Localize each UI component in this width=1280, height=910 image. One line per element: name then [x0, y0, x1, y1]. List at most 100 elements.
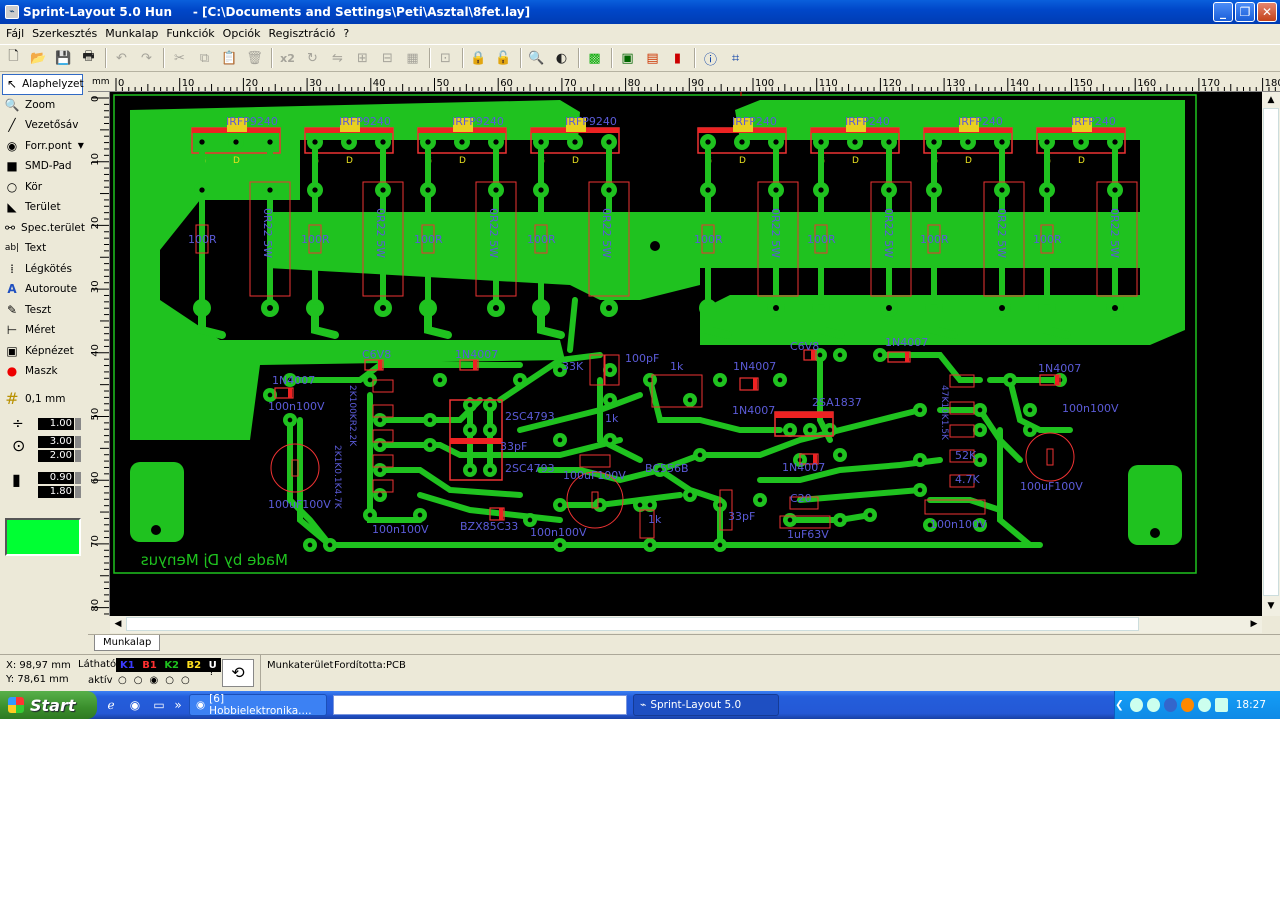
zoom-icon[interactable]: 🔍 [525, 47, 548, 70]
active-layer-color[interactable] [5, 517, 81, 556]
antivirus-icon[interactable] [1180, 698, 1194, 712]
radio-b2[interactable]: ○ [165, 675, 174, 686]
taskbar-item-browser[interactable]: ◉ [6] Hobbielektronika.... [189, 693, 327, 717]
smd-height-field[interactable]: 1.80 [38, 485, 81, 498]
dropdown-arrow-icon[interactable]: ▼ [78, 141, 84, 150]
menu-file[interactable]: Fájl [2, 27, 28, 40]
smd-width-field[interactable]: 0.90 [38, 471, 81, 484]
tool-zoom[interactable]: 🔍 Zoom [0, 95, 85, 116]
tool-select[interactable]: ↖ Alaphelyzet [2, 74, 84, 95]
grid-setting[interactable]: #0,1 mm [0, 388, 85, 410]
menu-options[interactable]: Opciók [219, 27, 265, 40]
chrome-icon[interactable]: ◉ [125, 695, 145, 715]
quicklaunch-more[interactable]: » [173, 695, 183, 715]
smd-height-value[interactable]: 1.80 [38, 485, 74, 498]
align-grid-icon[interactable]: ⊟ [376, 47, 399, 70]
connection-mode-icon[interactable]: ⟲ [222, 659, 254, 687]
spinner-icon[interactable] [75, 485, 81, 498]
delete-icon[interactable]: 🗑 [243, 47, 266, 70]
layer-b1[interactable]: B1 [140, 660, 159, 671]
drc-icon[interactable]: ▣ [616, 47, 639, 70]
spinner-icon[interactable] [75, 417, 81, 430]
unlock-icon[interactable]: 🔓 [492, 47, 515, 70]
scroll-thumb[interactable] [1263, 108, 1279, 596]
battery-icon[interactable] [1214, 698, 1228, 712]
align-icon[interactable]: ⊞ [351, 47, 374, 70]
spinner-icon[interactable] [75, 449, 81, 462]
radio-k1[interactable]: ○ [118, 675, 127, 686]
bluetooth-icon[interactable] [1163, 698, 1177, 712]
print-icon[interactable]: 🖶 [77, 47, 100, 70]
layer-k1[interactable]: K1 [118, 660, 137, 671]
open-folder-icon[interactable]: 📂 [27, 47, 50, 70]
undo-icon[interactable]: ↶ [110, 47, 133, 70]
tool-text[interactable]: ab| Text [0, 238, 85, 259]
taskbar-search-box[interactable] [333, 695, 627, 715]
pad-outer-value[interactable]: 3.00 [38, 435, 74, 448]
menu-edit[interactable]: Szerkesztés [28, 27, 101, 40]
lock-icon[interactable]: 🔒 [467, 47, 490, 70]
network-icon[interactable] [1129, 698, 1143, 712]
horizontal-scrollbar[interactable]: ◀ ▶ [110, 616, 1262, 633]
menu-help[interactable]: ? [339, 27, 353, 40]
tool-autoroute[interactable]: A Autoroute [0, 279, 85, 300]
tool-area[interactable]: ◣ Terület [0, 197, 85, 218]
update-icon[interactable] [1197, 698, 1211, 712]
pad-inner-value[interactable]: 2.00 [38, 449, 74, 462]
ie-icon[interactable]: ℯ [101, 695, 121, 715]
tool-mask[interactable]: ● Maszk [0, 361, 85, 382]
scroll-up-arrow-icon[interactable]: ▲ [1263, 92, 1279, 108]
group-icon[interactable]: ⊡ [434, 47, 457, 70]
cut-icon[interactable]: ✂ [168, 47, 191, 70]
pcb-drawing[interactable]: IRFP9240G D S100R 0R22 5WIRFP9240G D S100R 0R2… [110, 92, 1262, 616]
start-button[interactable]: Start [0, 691, 97, 719]
tool-pad[interactable]: ◉ Forr.pont ▼ [0, 136, 85, 157]
menu-sheet[interactable]: Munkalap [101, 27, 162, 40]
redo-icon[interactable]: ↷ [135, 47, 158, 70]
close-button[interactable]: ✕ [1257, 2, 1277, 22]
tool-track[interactable]: ╱ Vezetősáv [0, 115, 85, 136]
pad-outer-field[interactable]: 3.00 [38, 435, 81, 448]
scroll-thumb[interactable] [126, 617, 1139, 631]
scroll-right-arrow-icon[interactable]: ▶ [1246, 616, 1262, 632]
radio-b1[interactable]: ○ [134, 675, 143, 686]
pad-inner-field[interactable]: 2.00 [38, 449, 81, 462]
minimize-button[interactable]: _ [1213, 2, 1233, 22]
paste-icon[interactable]: 📋 [218, 47, 241, 70]
menu-functions[interactable]: Funkciók [162, 27, 218, 40]
drc-ok-icon[interactable]: ▤ [641, 47, 664, 70]
pcb-canvas[interactable]: IRFP9240 G D S 100R 0R22 5W IRFP9240 G D S 100R 0R2… [110, 92, 1262, 616]
copy-icon[interactable]: ⧉ [193, 47, 216, 70]
track-width-value[interactable]: 1.00 [38, 417, 74, 430]
tab-munkalap[interactable]: Munkalap [94, 635, 161, 651]
radio-u[interactable]: ○ [181, 675, 190, 686]
radio-k2[interactable]: ◉ [149, 675, 158, 686]
volume-icon[interactable] [1146, 698, 1160, 712]
grid-icon[interactable]: ▦ [401, 47, 424, 70]
maximize-button[interactable]: ❐ [1235, 2, 1255, 22]
scroll-left-arrow-icon[interactable]: ◀ [110, 616, 126, 632]
layer-help[interactable]: ? [209, 667, 214, 678]
scroll-down-arrow-icon[interactable]: ▼ [1263, 598, 1279, 614]
tool-test[interactable]: ✎ Teszt [0, 300, 85, 321]
tool-special-area[interactable]: ⚯ Spec.terület [0, 218, 85, 239]
smd-width-value[interactable]: 0.90 [38, 471, 74, 484]
info-icon[interactable]: ⓘ [699, 47, 722, 70]
macro-icon[interactable]: ▮ [666, 47, 689, 70]
tool-circle[interactable]: ○ Kör [0, 177, 85, 198]
tool-photoview[interactable]: ▣ Képnézet [0, 341, 85, 362]
macro-library-icon[interactable]: ▩ [583, 47, 606, 70]
tray-expand-icon[interactable]: ❮ [1115, 699, 1124, 711]
spinner-icon[interactable] [75, 471, 81, 484]
rotate-icon[interactable]: ↻ [301, 47, 324, 70]
show-desktop-icon[interactable]: ▭ [149, 695, 169, 715]
new-file-icon[interactable]: 🗋 [2, 47, 25, 70]
tool-measure[interactable]: ⊢ Méret [0, 320, 85, 341]
mirror-icon[interactable]: ⇋ [326, 47, 349, 70]
track-width-field[interactable]: 1.00 [38, 417, 81, 430]
menu-registration[interactable]: Regisztráció [265, 27, 340, 40]
save-icon[interactable]: 💾 [52, 47, 75, 70]
taskbar-item-sprint-layout[interactable]: ⌁ Sprint-Layout 5.0 [633, 694, 779, 716]
vertical-scrollbar[interactable]: ▲ ▼ [1262, 92, 1280, 616]
crop-icon[interactable]: ⌗ [724, 47, 747, 70]
